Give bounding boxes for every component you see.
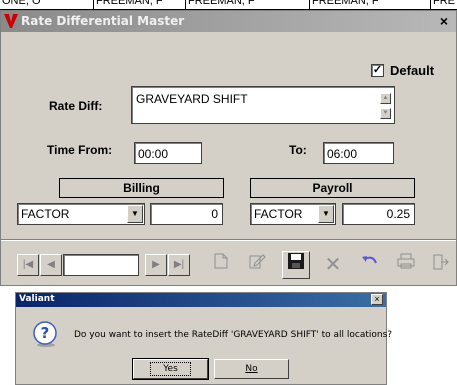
chevron-down-icon[interactable]: ▼ bbox=[318, 205, 334, 223]
billing-value: 0 bbox=[211, 207, 218, 221]
payroll-value-input[interactable]: 0.25 bbox=[342, 203, 415, 225]
scroll-up-icon[interactable]: ▲ bbox=[380, 93, 391, 104]
rate-differential-window: Rate Differential Master × ✓ Default Rat… bbox=[0, 10, 457, 286]
to-label: To: bbox=[289, 143, 307, 157]
time-from-label: Time From: bbox=[47, 143, 113, 157]
billing-type-select[interactable]: FACTOR ▼ bbox=[17, 203, 145, 225]
payroll-header: Payroll bbox=[250, 178, 415, 198]
dialog-message: Do you want to insert the RateDiff 'GRAV… bbox=[74, 330, 393, 340]
background-cell: ONE, O bbox=[2, 0, 41, 7]
delete-icon[interactable]: ✕ bbox=[320, 253, 346, 277]
payroll-type-select[interactable]: FACTOR ▼ bbox=[250, 203, 336, 225]
payroll-value: 0.25 bbox=[386, 207, 410, 221]
yes-button-label: Yes bbox=[150, 362, 191, 376]
close-icon[interactable]: × bbox=[436, 13, 452, 29]
dialog-title: Valiant bbox=[19, 294, 55, 304]
yes-button[interactable]: Yes bbox=[132, 358, 209, 380]
record-position-input[interactable] bbox=[63, 254, 139, 276]
time-to-value: 06:00 bbox=[327, 147, 358, 161]
background-grid-strip: ONE, O FREEMAN, F FREEMAN, F FREEMAN, F … bbox=[0, 0, 457, 10]
no-button-label: No bbox=[245, 364, 258, 374]
toolbar-divider bbox=[1, 239, 456, 241]
window-titlebar: Rate Differential Master × bbox=[1, 11, 456, 32]
print-icon[interactable] bbox=[393, 253, 419, 277]
edit-icon[interactable] bbox=[245, 253, 271, 277]
dialog-close-icon[interactable]: × bbox=[371, 294, 383, 305]
billing-type-value: FACTOR bbox=[21, 207, 70, 221]
rate-diff-value: GRAVEYARD SHIFT bbox=[136, 92, 248, 106]
dialog-titlebar: Valiant × bbox=[16, 293, 386, 307]
exit-door-icon[interactable] bbox=[427, 253, 453, 277]
confirm-dialog: Valiant × ? Do you want to insert the Ra… bbox=[15, 292, 392, 385]
background-cell: FREEMAN, F bbox=[185, 0, 255, 9]
time-to-input[interactable]: 06:00 bbox=[323, 142, 394, 164]
question-icon: ? bbox=[33, 321, 57, 347]
time-from-input[interactable]: 00:00 bbox=[134, 142, 202, 164]
svg-text:?: ? bbox=[41, 324, 50, 342]
default-checkbox[interactable]: ✓ bbox=[371, 64, 384, 77]
first-record-icon[interactable]: |◀ bbox=[17, 254, 39, 276]
default-label: Default bbox=[390, 63, 435, 78]
last-record-icon[interactable]: ▶| bbox=[168, 254, 190, 276]
no-button[interactable]: No bbox=[214, 359, 289, 379]
billing-value-input[interactable]: 0 bbox=[150, 203, 223, 225]
scroll-down-icon[interactable]: ▼ bbox=[380, 108, 391, 119]
payroll-type-value: FACTOR bbox=[254, 207, 303, 221]
previous-record-icon[interactable]: ◀ bbox=[40, 254, 62, 276]
background-cell: FRE bbox=[430, 0, 455, 9]
next-record-icon[interactable]: ▶ bbox=[145, 254, 167, 276]
background-cell: FREEMAN, F bbox=[93, 0, 163, 9]
background-cell: FREEMAN, F bbox=[309, 0, 379, 9]
rate-diff-input[interactable]: GRAVEYARD SHIFT bbox=[131, 86, 395, 124]
undo-icon[interactable] bbox=[357, 253, 383, 277]
save-icon[interactable] bbox=[282, 251, 310, 279]
chevron-down-icon[interactable]: ▼ bbox=[127, 205, 143, 223]
valiant-logo-icon bbox=[4, 14, 18, 28]
rate-diff-label: Rate Diff: bbox=[49, 99, 103, 113]
billing-header: Billing bbox=[59, 178, 224, 198]
new-document-icon[interactable] bbox=[208, 253, 234, 277]
time-from-value: 00:00 bbox=[138, 147, 169, 161]
window-title: Rate Differential Master bbox=[21, 14, 185, 28]
